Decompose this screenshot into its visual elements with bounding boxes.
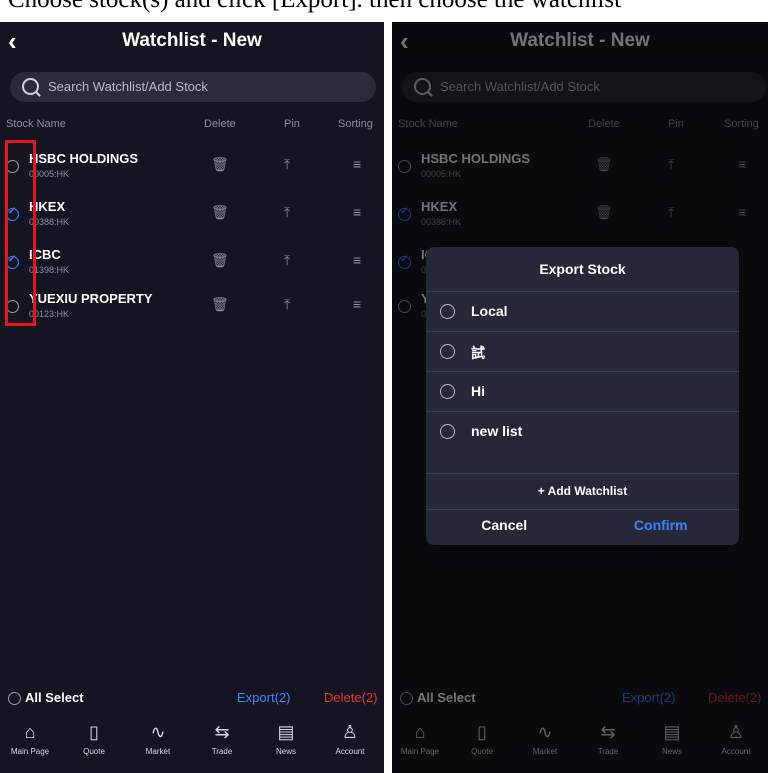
stock-row[interactable]: YUEXIU PROPERTY 00123:HK 🗑 ⤒ ≡ <box>0 288 384 328</box>
tab-quote[interactable]: ▯ Quote <box>64 722 124 756</box>
stock-name: YUEXIU PROPERTY <box>29 291 153 306</box>
option-radio[interactable] <box>440 344 455 359</box>
column-stock-name: Stock Name <box>6 118 66 130</box>
trade-icon: ⇆ <box>214 722 230 742</box>
title-bar: ‹ Watchlist - New <box>0 22 384 66</box>
stock-row[interactable]: ICBC 01398:HK 🗑 ⤒ ≡ <box>0 244 384 284</box>
option-radio[interactable] <box>440 384 455 399</box>
instruction-caption: Choose stock(s) and click [Export]. then… <box>0 0 768 24</box>
checkbox-highlight-box <box>5 140 36 326</box>
export-button[interactable]: Export(2) <box>237 690 290 705</box>
cancel-button[interactable]: Cancel <box>426 517 583 533</box>
drag-handle-icon[interactable]: ≡ <box>353 204 361 220</box>
dialog-title: Export Stock <box>539 261 626 277</box>
drag-handle-icon[interactable]: ≡ <box>353 296 361 312</box>
stock-row[interactable]: HKEX 00388:HK 🗑 ⤒ ≡ <box>0 196 384 236</box>
news-icon: ▤ <box>277 722 295 742</box>
tab-bar: ⌂ Main Page ▯ Quote ∿ Market ⇆ Trade ▤ N… <box>0 716 384 773</box>
search-placeholder: Search Watchlist/Add Stock <box>48 79 208 94</box>
pin-top-icon[interactable]: ⤒ <box>284 204 290 221</box>
tab-account[interactable]: ♙ Account <box>320 722 380 756</box>
stock-row[interactable]: HSBC HOLDINGS 00005:HK 🗑 ⤒ ≡ <box>0 148 384 188</box>
column-pin: Pin <box>284 118 300 130</box>
watchlist-option[interactable]: 試 <box>426 331 739 372</box>
tab-main-page[interactable]: ⌂ Main Page <box>0 722 60 756</box>
confirm-button[interactable]: Confirm <box>583 517 740 533</box>
action-bar: All Select Export(2) Delete(2) <box>0 686 384 712</box>
trash-icon[interactable]: 🗑 <box>211 204 229 221</box>
watchlist-option[interactable]: Local <box>426 291 739 332</box>
search-icon <box>22 78 39 95</box>
tab-label: Main Page <box>10 747 50 756</box>
tab-label: Quote <box>83 747 105 756</box>
all-select-label[interactable]: All Select <box>25 690 84 705</box>
quote-icon: ▯ <box>89 722 99 742</box>
watchlist-screen-left: ‹ Watchlist - New Search Watchlist/Add S… <box>0 22 384 773</box>
drag-handle-icon[interactable]: ≡ <box>353 156 361 172</box>
option-label: Local <box>471 303 508 319</box>
option-label: 試 <box>471 345 485 361</box>
page-title: Watchlist - New <box>122 30 262 51</box>
delete-button[interactable]: Delete(2) <box>324 690 377 705</box>
tab-market[interactable]: ∿ Market <box>128 722 188 756</box>
watchlist-option[interactable]: Hi <box>426 371 739 412</box>
column-delete: Delete <box>204 118 236 130</box>
tab-label: News <box>275 747 296 756</box>
column-sorting: Sorting <box>338 118 373 130</box>
watchlist-option[interactable]: new list <box>426 411 739 452</box>
trash-icon[interactable]: 🗑 <box>211 296 229 313</box>
pin-top-icon[interactable]: ⤒ <box>284 252 290 269</box>
tab-label: Trade <box>211 747 233 756</box>
tab-label: Market <box>145 747 171 756</box>
all-select-checkbox[interactable] <box>8 692 21 705</box>
add-watchlist-button[interactable]: + Add Watchlist <box>426 473 739 509</box>
export-stock-dialog: Export Stock Local 試 Hi new list + Add W… <box>426 247 739 545</box>
trash-icon[interactable]: 🗑 <box>211 252 229 269</box>
pin-top-icon[interactable]: ⤒ <box>284 296 290 313</box>
stock-name: HSBC HOLDINGS <box>29 151 139 166</box>
tab-label: Account <box>335 747 365 756</box>
search-input[interactable]: Search Watchlist/Add Stock <box>10 72 376 102</box>
pin-top-icon[interactable]: ⤒ <box>284 156 290 173</box>
column-header: Stock Name Delete Pin Sorting <box>0 118 384 134</box>
home-icon: ⌂ <box>24 722 36 742</box>
trash-icon[interactable]: 🗑 <box>211 156 229 173</box>
tab-news[interactable]: ▤ News <box>256 722 316 756</box>
option-label: Hi <box>471 383 485 399</box>
watchlist-screen-right: ‹ Watchlist - New Search Watchlist/Add S… <box>392 22 768 773</box>
option-radio[interactable] <box>440 424 455 439</box>
screen-divider <box>384 22 392 773</box>
option-label: new list <box>471 423 523 439</box>
market-icon: ∿ <box>150 722 166 742</box>
option-radio[interactable] <box>440 304 455 319</box>
drag-handle-icon[interactable]: ≡ <box>353 252 361 268</box>
account-icon: ♙ <box>341 722 359 742</box>
dialog-buttons: Cancel Confirm <box>426 509 739 546</box>
tab-trade[interactable]: ⇆ Trade <box>192 722 252 756</box>
